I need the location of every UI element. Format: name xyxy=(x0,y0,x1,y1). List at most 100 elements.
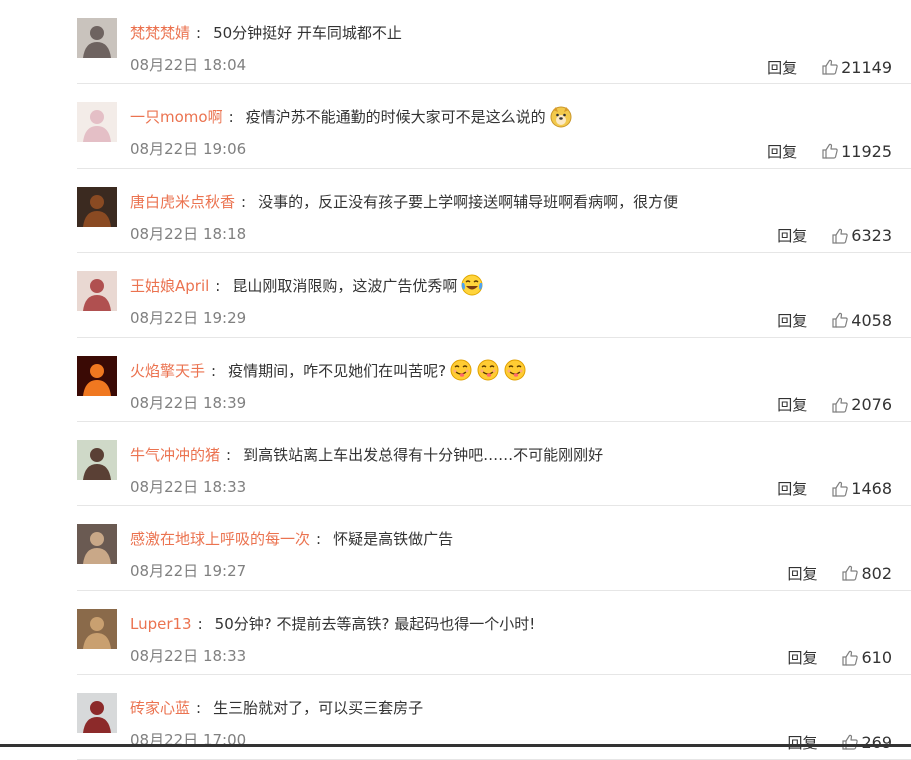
like-count[interactable]: 2076 xyxy=(851,395,892,414)
thumbs-up-icon[interactable] xyxy=(831,480,849,498)
comment-actions: 回复 4058 xyxy=(777,308,892,332)
comment-actions: 回复 6323 xyxy=(777,224,892,248)
colon: : xyxy=(226,445,232,464)
like-count[interactable]: 11925 xyxy=(841,142,892,161)
thumbs-up-icon[interactable] xyxy=(821,142,839,160)
username-link[interactable]: 唐白虎米点秋香 xyxy=(130,193,235,211)
comment-time: 08月22日 18:39 xyxy=(130,393,247,412)
like-count[interactable]: 4058 xyxy=(851,311,892,330)
colon: : xyxy=(228,108,234,127)
comment-actions: 回复 1468 xyxy=(777,477,892,501)
thumbs-up-icon[interactable] xyxy=(841,733,859,751)
comment-line: 一只momo啊: 疫情沪苏不能通勤的时候大家可不是这么说的 xyxy=(130,104,573,130)
colon: : xyxy=(197,614,203,633)
comment-time: 08月22日 18:33 xyxy=(130,477,247,496)
like-count[interactable]: 21149 xyxy=(841,58,892,77)
comment-actions: 回复 802 xyxy=(787,561,892,585)
comment-time: 08月22日 19:29 xyxy=(130,309,247,328)
comment-time: 08月22日 19:27 xyxy=(130,562,247,581)
comment-line: 梵梵梵婧:50分钟挺好 开车同城都不止 xyxy=(130,20,402,46)
comment-text: 昆山刚取消限购，这波广告优秀啊 xyxy=(232,277,458,296)
comment-line: 感激在地球上呼吸的每一次: 怀疑是高铁做广告 xyxy=(130,526,453,552)
comment-text: 50分钟挺好 开车同城都不止 xyxy=(213,24,402,42)
comment-item: 王姑娘April: 昆山刚取消限购，这波广告优秀啊 08月22日 19:29 回复 40… xyxy=(0,253,911,338)
comment-actions: 回复 21149 xyxy=(767,55,892,79)
thumbs-up-icon[interactable] xyxy=(831,227,849,245)
avatar[interactable] xyxy=(77,102,117,143)
like-count[interactable]: 1468 xyxy=(851,479,892,498)
username-link[interactable]: Luper13 xyxy=(130,615,192,633)
comment-item: 火焰擎天手: 疫情期间，咋不见她们在叫苦呢? 08月22日 18:39 回复 2076 xyxy=(0,338,911,422)
doge-emoji-icon xyxy=(549,104,573,128)
comment-item: 一只momo啊: 疫情沪苏不能通勤的时候大家可不是这么说的 08月22日 19:06… xyxy=(0,84,911,169)
reply-button[interactable]: 回复 xyxy=(767,141,797,162)
avatar[interactable] xyxy=(77,524,117,565)
reply-button[interactable]: 回复 xyxy=(787,563,817,584)
comment-actions: 回复 610 xyxy=(787,646,892,670)
reply-button[interactable]: 回复 xyxy=(777,225,807,246)
comment-item: 唐白虎米点秋香: 没事的，反正没有孩子要上学啊接送啊辅导班啊看病啊，很方便 08月2… xyxy=(0,169,911,254)
comment-item: 感激在地球上呼吸的每一次: 怀疑是高铁做广告 08月22日 19:27 回复 802 xyxy=(0,506,911,591)
comment-text: 疫情沪苏不能通勤的时候大家可不是这么说的 xyxy=(245,108,546,127)
laugh-cry-emoji-icon xyxy=(460,273,484,297)
yummy-emoji-icon xyxy=(449,358,473,382)
colon: : xyxy=(211,361,217,380)
comment-text: 没事的，反正没有孩子要上学啊接送啊辅导班啊看病啊，很方便 xyxy=(258,192,679,211)
comment-time: 08月22日 18:18 xyxy=(130,224,247,243)
comment-text: 生三胎就对了，可以买三套房子 xyxy=(213,699,424,718)
thumbs-up-icon[interactable] xyxy=(831,396,849,414)
yummy-emoji-icon xyxy=(503,358,527,382)
comment-line: Luper13:50分钟? 不提前去等高铁? 最起码也得一个小时! xyxy=(130,611,535,637)
username-link[interactable]: 王姑娘April xyxy=(130,277,209,295)
username-link[interactable]: 感激在地球上呼吸的每一次 xyxy=(130,530,310,548)
thumbs-up-icon[interactable] xyxy=(841,564,859,582)
thumbs-up-icon[interactable] xyxy=(831,311,849,329)
comment-time: 08月22日 19:06 xyxy=(130,140,247,159)
comment-list: 梵梵梵婧:50分钟挺好 开车同城都不止 08月22日 18:04 回复 21149 一只… xyxy=(0,0,911,760)
avatar[interactable] xyxy=(77,355,117,396)
username-link[interactable]: 一只momo啊 xyxy=(130,108,223,126)
comment-text: 到高铁站离上车出发总得有十分钟吧……不可能刚刚好 xyxy=(243,445,604,464)
thumbs-up-icon[interactable] xyxy=(821,58,839,76)
thumbs-up-icon[interactable] xyxy=(841,649,859,667)
colon: : xyxy=(196,24,202,42)
like-count[interactable]: 269 xyxy=(861,733,892,752)
comment-line: 火焰擎天手: 疫情期间，咋不见她们在叫苦呢? xyxy=(130,358,527,384)
comment-text: 50分钟? 不提前去等高铁? 最起码也得一个小时! xyxy=(214,614,536,633)
avatar[interactable] xyxy=(77,271,117,312)
avatar[interactable] xyxy=(77,693,117,734)
avatar[interactable] xyxy=(77,439,117,480)
comment-line: 砖家心蓝: 生三胎就对了，可以买三套房子 xyxy=(130,695,423,721)
colon: : xyxy=(316,530,322,549)
colon: : xyxy=(196,699,202,718)
comment-time: 08月22日 17:00 xyxy=(130,731,247,750)
reply-button[interactable]: 回复 xyxy=(767,57,797,78)
comment-time: 08月22日 18:33 xyxy=(130,646,247,665)
yummy-emoji-icon xyxy=(476,358,500,382)
comment-item: Luper13:50分钟? 不提前去等高铁? 最起码也得一个小时! 08月22日 … xyxy=(0,591,911,676)
avatar[interactable] xyxy=(77,186,117,227)
like-count[interactable]: 610 xyxy=(861,648,892,667)
comment-line: 唐白虎米点秋香: 没事的，反正没有孩子要上学啊接送啊辅导班啊看病啊，很方便 xyxy=(130,189,678,215)
like-count[interactable]: 802 xyxy=(861,564,892,583)
reply-button[interactable]: 回复 xyxy=(777,394,807,415)
reply-button[interactable]: 回复 xyxy=(777,310,807,331)
avatar[interactable] xyxy=(77,18,117,58)
comment-time: 08月22日 18:04 xyxy=(130,56,247,74)
username-link[interactable]: 梵梵梵婧 xyxy=(130,24,190,42)
comment-actions: 回复 11925 xyxy=(767,139,892,163)
comment-line: 王姑娘April: 昆山刚取消限购，这波广告优秀啊 xyxy=(130,273,484,299)
username-link[interactable]: 砖家心蓝 xyxy=(130,699,190,717)
divider xyxy=(77,758,911,760)
comment-text: 怀疑是高铁做广告 xyxy=(333,530,454,549)
username-link[interactable]: 火焰擎天手 xyxy=(130,362,205,380)
comment-actions: 回复 269 xyxy=(787,730,892,754)
avatar[interactable] xyxy=(77,608,117,649)
reply-button[interactable]: 回复 xyxy=(777,478,807,499)
comment-item: 牛气冲冲的猪: 到高铁站离上车出发总得有十分钟吧……不可能刚刚好 08月22日 18… xyxy=(0,422,911,507)
comment-item: 梵梵梵婧:50分钟挺好 开车同城都不止 08月22日 18:04 回复 21149 xyxy=(0,0,911,85)
reply-button[interactable]: 回复 xyxy=(787,647,817,668)
username-link[interactable]: 牛气冲冲的猪 xyxy=(130,446,220,464)
reply-button[interactable]: 回复 xyxy=(787,732,817,753)
like-count[interactable]: 6323 xyxy=(851,226,892,245)
